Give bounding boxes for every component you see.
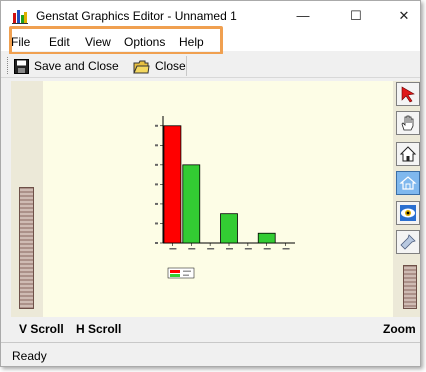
x-tick-label-mark xyxy=(188,248,196,250)
hand-pan-icon xyxy=(401,115,414,131)
y-tick-label-mark xyxy=(155,163,158,166)
bar-chart xyxy=(155,116,295,279)
work-area xyxy=(11,81,420,317)
h-scroll-label: H Scroll xyxy=(76,322,122,336)
maximize-button[interactable]: ☐ xyxy=(334,1,378,31)
window-title: Genstat Graphics Editor - Unnamed 1 xyxy=(36,9,237,23)
y-tick-label-mark xyxy=(155,222,158,225)
flashlight-icon xyxy=(400,234,416,250)
eye-view-icon xyxy=(400,205,416,221)
control-labels: V Scroll H Scroll Zoom xyxy=(1,317,420,341)
x-tick-label-mark xyxy=(169,248,177,250)
x-tick-label-mark xyxy=(263,248,271,250)
legend-swatch-red xyxy=(170,270,180,273)
zoom-wheel[interactable] xyxy=(403,265,417,309)
toolbar-separator xyxy=(186,56,187,76)
legend-text-mark xyxy=(183,274,189,276)
app-bars-icon xyxy=(12,10,28,24)
graph-canvas[interactable] xyxy=(43,81,393,317)
v-scroll-wheel[interactable] xyxy=(19,187,34,309)
status-text: Ready xyxy=(12,349,47,363)
save-and-close-button[interactable]: Save and Close xyxy=(14,57,119,75)
floppy-disk-icon xyxy=(14,58,29,74)
y-tick-label-mark xyxy=(155,124,158,127)
bar-7-s0-c0 xyxy=(163,125,182,244)
menu-highlight-box xyxy=(9,26,223,55)
zoom-region-button[interactable] xyxy=(396,171,420,195)
bar-7-s1-c1 xyxy=(182,164,201,244)
open-folder-icon xyxy=(133,60,150,73)
zoom-label: Zoom xyxy=(383,322,416,336)
x-tick-label-mark xyxy=(282,248,290,250)
x-tick-label-mark xyxy=(244,248,252,250)
flashlight-tool-button[interactable] xyxy=(396,230,420,254)
chart-legend xyxy=(167,267,195,279)
home-view-icon xyxy=(399,146,417,162)
y-tick-label-mark xyxy=(155,144,158,147)
close-button[interactable]: Close xyxy=(133,57,186,75)
status-bar: Ready xyxy=(1,342,420,366)
pointer-arrow-icon xyxy=(401,86,415,103)
eye-view-button[interactable] xyxy=(396,201,420,225)
toolbar: Save and Close Close xyxy=(1,54,420,78)
bar-7-s1-c3 xyxy=(220,213,238,244)
save-and-close-label: Save and Close xyxy=(34,59,119,73)
minimize-button[interactable]: — xyxy=(281,1,325,31)
zoom-region-icon xyxy=(399,176,417,190)
legend-swatch-green xyxy=(170,274,180,277)
home-view-button[interactable] xyxy=(396,142,420,166)
x-tick-label-mark xyxy=(207,248,215,250)
close-label: Close xyxy=(155,59,186,73)
pointer-tool-button[interactable] xyxy=(396,82,420,106)
toolbar-grip[interactable] xyxy=(7,57,9,74)
pan-tool-button[interactable] xyxy=(396,111,420,135)
v-scroll-label: V Scroll xyxy=(19,322,64,336)
y-tick-label-mark xyxy=(155,242,158,244)
graphics-editor-window: Genstat Graphics Editor - Unnamed 1 — ☐ … xyxy=(0,0,421,367)
legend-text-mark xyxy=(183,270,191,272)
x-tick-label-mark xyxy=(226,248,233,250)
close-window-button[interactable]: ✕ xyxy=(382,1,420,31)
y-tick-label-mark xyxy=(155,183,158,186)
y-tick-label-mark xyxy=(155,202,158,205)
bar-7-s1-c5 xyxy=(257,232,276,244)
